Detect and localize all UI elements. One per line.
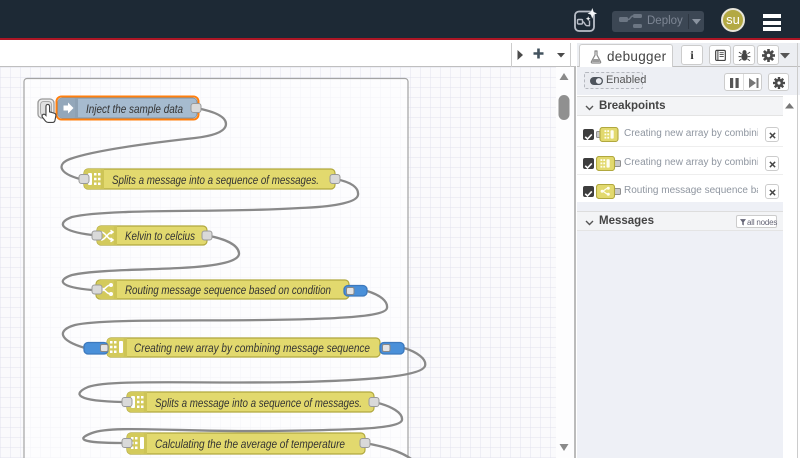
svg-text:Splits a message into a sequen: Splits a message into a sequence of mess… xyxy=(155,398,362,410)
svg-text:Creating new array by combinin: Creating new array by combining message … xyxy=(134,343,370,355)
svg-text:Splits a message into a sequen: Splits a message into a sequence of mess… xyxy=(112,175,319,187)
svg-text:Inject the sample data: Inject the sample data xyxy=(86,104,183,116)
svg-text:Kelvin to celcius: Kelvin to celcius xyxy=(125,231,195,243)
svg-text:Routing message sequence based: Routing message sequence based on condit… xyxy=(125,285,331,297)
svg-text:Calculating the the average of: Calculating the the average of temperatu… xyxy=(155,439,345,451)
